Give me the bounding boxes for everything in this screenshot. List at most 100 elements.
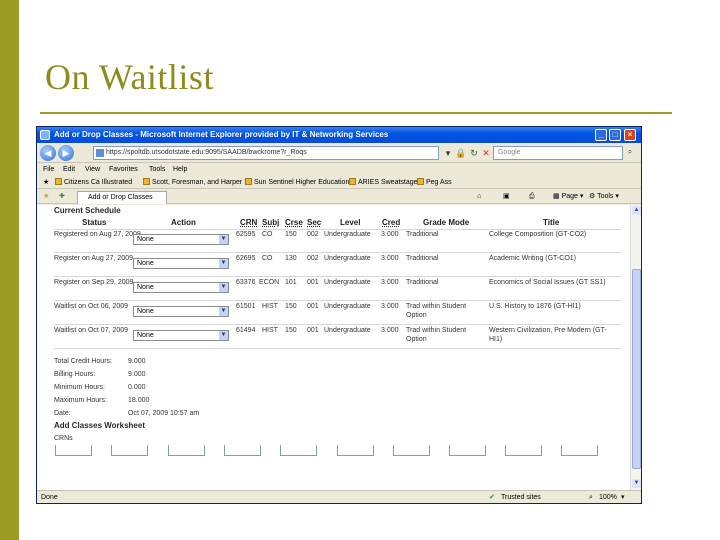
- crns-label: CRNs: [54, 435, 73, 442]
- col-crn: CRN: [240, 218, 258, 227]
- menu-favorites[interactable]: Favorites: [109, 164, 138, 176]
- home-icon[interactable]: ⌂: [477, 190, 481, 204]
- menu-file[interactable]: File: [43, 164, 54, 176]
- link-item-1[interactable]: Citizens Ca Illustrated: [55, 176, 132, 189]
- crn-input[interactable]: [224, 445, 261, 456]
- total-credit-hours-value: 9.000: [128, 358, 146, 365]
- favorites-star-icon[interactable]: ★: [43, 190, 49, 204]
- zoom-dropdown-icon[interactable]: ▾: [621, 491, 625, 503]
- row-sec: 002: [307, 231, 319, 238]
- scroll-down-icon[interactable]: ▼: [632, 479, 641, 488]
- row-title: Western Civilization, Pre Modern (GT-HI1…: [489, 327, 607, 343]
- chevron-down-icon: ▼: [219, 307, 228, 316]
- link-item-5[interactable]: Peg Ass: [417, 176, 452, 189]
- row-cred: 3.000: [381, 279, 399, 286]
- title-divider: [40, 112, 672, 114]
- row-crse: 101: [285, 279, 297, 286]
- link-item-3[interactable]: Sun Sentinel Higher Education: [245, 176, 349, 189]
- row-grade-mode: Trad within Student Option: [406, 303, 467, 319]
- table-divider: [54, 300, 621, 301]
- crn-input[interactable]: [168, 445, 205, 456]
- chevron-down-icon: ▼: [219, 235, 228, 244]
- link-icon: [143, 178, 150, 185]
- back-icon[interactable]: ◀: [40, 145, 56, 161]
- link-item-4[interactable]: ARIES Sweatstage: [349, 176, 418, 189]
- action-select[interactable]: None ▼: [133, 282, 229, 293]
- crn-input[interactable]: [280, 445, 317, 456]
- col-level: Level: [340, 218, 361, 227]
- scroll-up-icon[interactable]: ▲: [632, 206, 641, 215]
- navigation-bar: ◀ ▶ https://spoltdb.utsodotstate.edu:909…: [37, 143, 641, 163]
- search-icon[interactable]: ⌕: [625, 147, 635, 159]
- browser-window: Add or Drop Classes - Microsoft Internet…: [36, 126, 642, 504]
- add-favorites-icon[interactable]: ✚: [59, 190, 65, 204]
- address-bar[interactable]: https://spoltdb.utsodotstate.edu:9095/SA…: [93, 146, 439, 160]
- page-menu-label: Page: [561, 193, 578, 200]
- menu-view[interactable]: View: [85, 164, 100, 176]
- minimum-hours-label: Minimum Hours:: [54, 384, 105, 391]
- action-select[interactable]: None ▼: [133, 306, 229, 317]
- window-title: Add or Drop Classes - Microsoft Internet…: [54, 130, 389, 139]
- page-menu[interactable]: ▦ Page ▾: [553, 190, 583, 204]
- link-item-2[interactable]: Scott, Foresman, and Harper S: [143, 176, 249, 189]
- maximize-button[interactable]: □: [609, 129, 621, 141]
- row-sec: 001: [307, 303, 319, 310]
- link-icon: [417, 178, 424, 185]
- row-subj: CO: [262, 255, 273, 262]
- stop-icon[interactable]: ✕: [480, 147, 492, 159]
- row-level: Undergraduate: [324, 303, 371, 310]
- zoom-level[interactable]: 100%: [599, 491, 617, 503]
- row-title: Economics of Social Issues (GT SS1): [489, 279, 606, 286]
- crn-input[interactable]: [111, 445, 148, 456]
- table-divider: [54, 324, 621, 325]
- row-grade-mode: Traditional: [406, 231, 439, 238]
- row-crse: 150: [285, 303, 297, 310]
- crn-input[interactable]: [393, 445, 430, 456]
- action-select[interactable]: None ▼: [133, 234, 229, 245]
- crn-input[interactable]: [55, 445, 92, 456]
- row-crse: 150: [285, 231, 297, 238]
- menu-help[interactable]: Help: [173, 164, 187, 176]
- tab-add-drop[interactable]: Add or Drop Classes: [77, 191, 167, 204]
- ie-icon: [40, 130, 50, 140]
- menu-edit[interactable]: Edit: [63, 164, 75, 176]
- row-title: College Composition (GT-CO2): [489, 231, 587, 238]
- menu-tools[interactable]: Tools: [149, 164, 165, 176]
- tools-menu[interactable]: ⚙ Tools ▾: [589, 190, 619, 204]
- vertical-scrollbar[interactable]: ▲ ▼: [630, 205, 641, 490]
- action-value: None: [137, 284, 154, 291]
- action-select[interactable]: None ▼: [133, 330, 229, 341]
- search-input[interactable]: Google: [493, 146, 623, 160]
- link-label: ARIES Sweatstage: [358, 179, 418, 186]
- row-sec: 001: [307, 279, 319, 286]
- crn-input[interactable]: [561, 445, 598, 456]
- action-value: None: [137, 332, 154, 339]
- refresh-icon[interactable]: ↻: [468, 147, 480, 159]
- window-titlebar: Add or Drop Classes - Microsoft Internet…: [37, 127, 641, 143]
- dropdown-icon[interactable]: ▾: [442, 147, 454, 159]
- feeds-icon[interactable]: ▣: [503, 190, 510, 204]
- crn-input[interactable]: [337, 445, 374, 456]
- crn-input[interactable]: [449, 445, 486, 456]
- forward-icon[interactable]: ▶: [58, 145, 74, 161]
- zoom-icon[interactable]: ⌕: [589, 491, 593, 503]
- row-crn: 61501: [236, 303, 256, 310]
- page-content: Current Schedule Status Action CRN Subj …: [37, 205, 630, 490]
- close-button[interactable]: ×: [624, 129, 636, 141]
- add-classes-heading: Add Classes Worksheet: [54, 421, 145, 430]
- favorites-star-icon[interactable]: ★: [43, 176, 49, 189]
- minimize-button[interactable]: _: [595, 129, 607, 141]
- print-icon[interactable]: ⎙: [529, 190, 535, 204]
- crn-input[interactable]: [505, 445, 542, 456]
- slide-title: On Waitlist: [45, 57, 214, 97]
- scrollbar-thumb[interactable]: [632, 269, 641, 469]
- row-crn: 62595: [236, 231, 256, 238]
- link-icon: [55, 178, 62, 185]
- lock-icon[interactable]: 🔒: [455, 147, 467, 159]
- menu-bar: File Edit View Favorites Tools Help: [37, 164, 641, 176]
- row-cred: 3.000: [381, 303, 399, 310]
- row-subj: ECON: [259, 279, 280, 286]
- tools-menu-label: Tools: [597, 193, 614, 200]
- col-cred: Cred: [382, 218, 401, 227]
- action-select[interactable]: None ▼: [133, 258, 229, 269]
